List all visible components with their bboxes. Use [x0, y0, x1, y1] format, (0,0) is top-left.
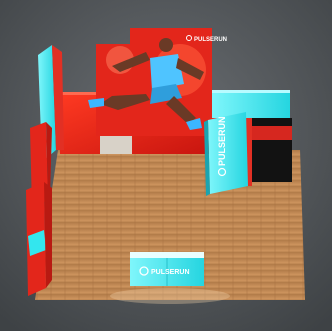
brand-standing-panel: PULSERUN [204, 112, 248, 196]
booth-illustration: PULSERUN PULSERUN PULSERUN [0, 0, 332, 331]
standing-panel-brand-text: PULSERUN [217, 116, 227, 166]
reception-counter: PULSERUN [130, 252, 204, 286]
exhibition-booth-render: PULSERUN PULSERUN PULSERUN [0, 0, 332, 331]
counter-brand-text: PULSERUN [151, 269, 190, 276]
runner-graphic-panel: PULSERUN [88, 28, 227, 136]
cyan-lightbox-wall [212, 90, 290, 118]
panel-logo-text: PULSERUN [194, 37, 227, 43]
